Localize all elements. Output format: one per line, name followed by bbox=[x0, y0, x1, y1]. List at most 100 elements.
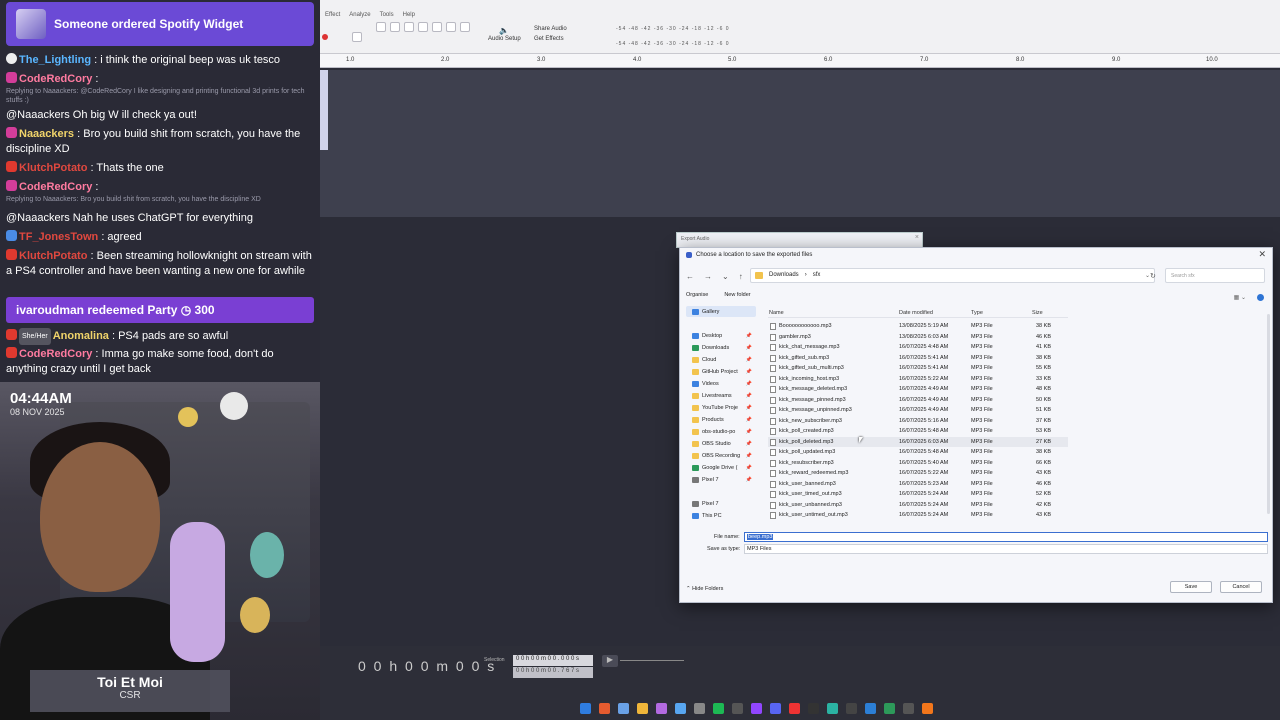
selection-start-field[interactable]: 0 0 h 0 0 m 0 0 . 0 0 0 s bbox=[513, 655, 593, 666]
organise-button[interactable]: Organise bbox=[686, 292, 708, 304]
chrome-icon[interactable] bbox=[599, 702, 610, 714]
edge-icon[interactable] bbox=[618, 702, 629, 714]
up-icon[interactable]: ↑ bbox=[739, 272, 743, 281]
sidebar-item-videos[interactable]: Videos 📌 bbox=[686, 378, 756, 389]
file-row[interactable]: kick_new_subscriber.mp3 16/07/2025 5:16 A… bbox=[768, 416, 1068, 427]
file-row[interactable]: kick_resubscriber.mp3 16/07/2025 5:40 AM M… bbox=[768, 458, 1068, 469]
explorer-icon[interactable] bbox=[637, 702, 648, 714]
sidebar-item-gallery[interactable]: Gallery bbox=[686, 306, 756, 317]
menu-analyze[interactable]: Analyze bbox=[349, 12, 370, 18]
file-row[interactable]: kick_message_unpinned.mp3 16/07/2025 4:49… bbox=[768, 405, 1068, 416]
sidebar-item-youtube-projects[interactable]: YouTube Proje 📌 bbox=[686, 402, 756, 413]
file-row[interactable]: kick_message_pinned.mp3 16/07/2025 4:49 A… bbox=[768, 395, 1068, 406]
file-row[interactable]: kick_poll_created.mp3 16/07/2025 5:48 AM M… bbox=[768, 426, 1068, 437]
share-audio-button[interactable]: Share Audio bbox=[534, 26, 567, 32]
address-bar[interactable]: Downloads › sfx ⌄ bbox=[750, 268, 1155, 283]
menu-effect[interactable]: Effect bbox=[325, 12, 340, 18]
refresh-icon[interactable]: ↻ bbox=[1150, 272, 1156, 280]
save-button[interactable]: Save bbox=[1170, 581, 1212, 593]
close-icon[interactable]: × bbox=[915, 234, 919, 241]
timeline-ruler[interactable]: 1.0 2.0 3.0 4.0 5.0 6.0 7.0 8.0 9.0 10.0 bbox=[320, 54, 1280, 68]
zoom-out-icon[interactable] bbox=[418, 22, 428, 32]
menu-help[interactable]: Help bbox=[403, 12, 415, 18]
selection-tool-icon[interactable] bbox=[376, 22, 386, 32]
forward-icon[interactable]: → bbox=[704, 272, 712, 281]
column-name[interactable]: Name bbox=[769, 310, 784, 316]
file-row[interactable]: kick_user_unbanned.mp3 16/07/2025 5:24 AM… bbox=[768, 500, 1068, 511]
zoom-in-icon[interactable] bbox=[404, 22, 414, 32]
file-row[interactable]: kick_poll_deleted.mp3 16/07/2025 6:03 AM M… bbox=[768, 436, 1068, 447]
sidebar-item-this-pc[interactable]: This PC bbox=[686, 510, 756, 521]
get-effects-button[interactable]: Get Effects bbox=[534, 36, 564, 42]
vscode-icon[interactable] bbox=[865, 702, 876, 714]
youtube-icon[interactable] bbox=[789, 702, 800, 714]
start-icon[interactable] bbox=[580, 702, 591, 714]
breadcrumb[interactable]: sfx bbox=[813, 272, 821, 279]
file-row[interactable]: kick_poll_updated.mp3 16/07/2025 5:48 AM M… bbox=[768, 447, 1068, 458]
file-row[interactable]: Boooooooooooo.mp3 13/08/2025 5:19 AM MP3 F… bbox=[768, 321, 1068, 332]
spotify-icon[interactable] bbox=[713, 702, 724, 714]
playback-meter[interactable]: -54 -48 -42 -36 -30 -24 -18 -12 -6 0 bbox=[616, 41, 730, 47]
record-icon[interactable] bbox=[322, 34, 328, 40]
view-options-icon[interactable]: ▦ ⌄ bbox=[1234, 294, 1246, 301]
terminal-icon[interactable] bbox=[846, 702, 857, 714]
sidebar-item-obs-studio-po[interactable]: obs-studio-po 📌 bbox=[686, 426, 756, 437]
filename-input[interactable]: beep.mp3 bbox=[744, 532, 1268, 542]
app-icon[interactable] bbox=[884, 702, 895, 714]
loop-icon[interactable] bbox=[352, 32, 362, 42]
file-row[interactable]: kick_chat_message.mp3 16/07/2025 4:48 AM M… bbox=[768, 342, 1068, 353]
sidebar-item-github[interactable]: GitHub Project 📌 bbox=[686, 366, 756, 377]
sidebar-item-livestreams[interactable]: Livestreams 📌 bbox=[686, 390, 756, 401]
file-row[interactable]: kick_incoming_host.mp3 16/07/2025 5:22 AM… bbox=[768, 374, 1068, 385]
app-icon[interactable] bbox=[656, 702, 667, 714]
app-icon[interactable] bbox=[694, 702, 705, 714]
envelope-tool-icon[interactable] bbox=[390, 22, 400, 32]
sidebar-item-obs-studio[interactable]: OBS Studio 📌 bbox=[686, 438, 756, 449]
sidebar-item-google-drive[interactable]: Google Drive (📌 bbox=[686, 462, 756, 473]
fit-project-icon[interactable] bbox=[446, 22, 456, 32]
sidebar-item-downloads[interactable]: Downloads 📌 bbox=[686, 342, 756, 353]
speed-slider[interactable] bbox=[620, 660, 684, 661]
discord-icon[interactable] bbox=[770, 702, 781, 714]
twitch-icon[interactable] bbox=[751, 702, 762, 714]
app-icon[interactable] bbox=[903, 702, 914, 714]
file-row[interactable]: kick_gifted_sub_multi.mp3 16/07/2025 5:41… bbox=[768, 363, 1068, 374]
column-size[interactable]: Size bbox=[1032, 310, 1043, 316]
app-icon[interactable] bbox=[675, 702, 686, 714]
zoom-toggle-icon[interactable] bbox=[460, 22, 470, 32]
save-type-select[interactable]: MP3 Files bbox=[744, 544, 1268, 554]
audacity-icon[interactable] bbox=[922, 702, 933, 714]
file-row[interactable]: kick_message_deleted.mp3 16/07/2025 4:49 … bbox=[768, 384, 1068, 395]
back-icon[interactable]: ← bbox=[686, 272, 694, 281]
new-folder-button[interactable]: New folder bbox=[724, 292, 750, 304]
hide-folders-button[interactable]: ⌃ Hide Folders bbox=[686, 586, 723, 592]
breadcrumb[interactable]: Downloads bbox=[769, 272, 799, 279]
play-at-speed-icon[interactable]: ▶ bbox=[602, 655, 618, 667]
menu-tools[interactable]: Tools bbox=[380, 12, 394, 18]
track-selection-strip[interactable] bbox=[320, 70, 328, 150]
chevron-down-icon[interactable]: ⌄ bbox=[722, 272, 729, 281]
sidebar-item-pixel-7[interactable]: Pixel 7 📌 bbox=[686, 474, 756, 485]
sidebar-item-products[interactable]: Products 📌 bbox=[686, 414, 756, 425]
obs-icon[interactable] bbox=[808, 702, 819, 714]
sidebar-item-obs-recording[interactable]: OBS Recording 📌 bbox=[686, 450, 756, 461]
sidebar-item-cloud[interactable]: Cloud 📌 bbox=[686, 354, 756, 365]
column-type[interactable]: Type bbox=[971, 310, 983, 316]
search-input[interactable]: Search sfx bbox=[1165, 268, 1265, 283]
column-date-modified[interactable]: Date modified bbox=[899, 310, 933, 316]
help-icon[interactable] bbox=[1257, 294, 1264, 301]
app-icon[interactable] bbox=[732, 702, 743, 714]
record-meter[interactable]: -54 -48 -42 -36 -30 -24 -18 -12 -6 0 bbox=[616, 26, 730, 32]
audio-track[interactable] bbox=[320, 70, 1280, 217]
file-row[interactable]: gambler.mp3 13/08/2025 6:03 AM MP3 File 46 … bbox=[768, 332, 1068, 343]
selection-end-field[interactable]: 0 0 h 0 0 m 0 0 . 7 6 7 s bbox=[513, 667, 593, 678]
file-row[interactable]: kick_gifted_sub.mp3 16/07/2025 5:41 AM MP3… bbox=[768, 353, 1068, 364]
close-icon[interactable]: ✕ bbox=[1258, 249, 1266, 260]
fit-selection-icon[interactable] bbox=[432, 22, 442, 32]
file-row[interactable]: kick_user_banned.mp3 16/07/2025 5:23 AM MP… bbox=[768, 479, 1068, 490]
file-row[interactable]: kick_user_timed_out.mp3 16/07/2025 5:24 A… bbox=[768, 489, 1068, 500]
app-icon[interactable] bbox=[827, 702, 838, 714]
cancel-button[interactable]: Cancel bbox=[1220, 581, 1262, 593]
sidebar-item-desktop[interactable]: Desktop 📌 bbox=[686, 330, 756, 341]
sidebar-item-pixel-7-device[interactable]: Pixel 7 bbox=[686, 498, 756, 509]
